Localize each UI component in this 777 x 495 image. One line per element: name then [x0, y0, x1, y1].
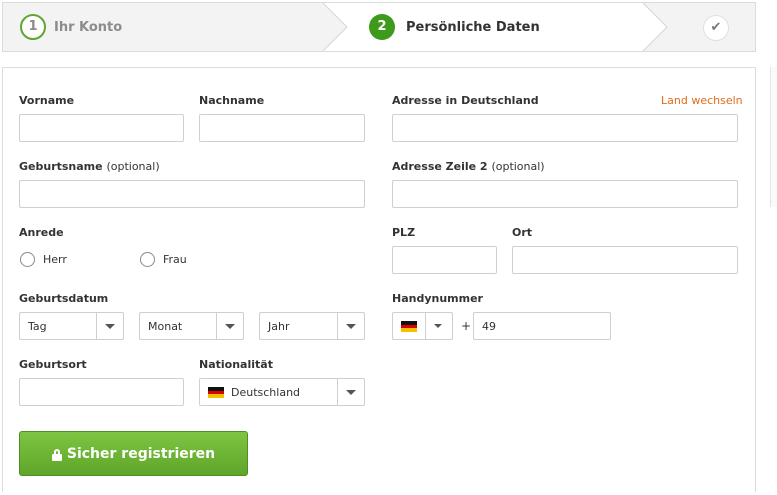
- nationalitaet-select-value: Deutschland: [231, 386, 301, 399]
- anrede-label: Anrede: [19, 226, 64, 239]
- jahr-select[interactable]: Jahr: [259, 312, 365, 340]
- plz-input[interactable]: [392, 246, 497, 274]
- submit-label: Sicher registrieren: [66, 445, 216, 462]
- scrollbar[interactable]: [770, 67, 777, 207]
- geburtsort-label: Geburtsort: [19, 358, 87, 371]
- vorname-label: Vorname: [19, 94, 75, 107]
- step1-label[interactable]: Ihr Konto: [54, 20, 122, 35]
- step2-number: 2: [369, 14, 395, 40]
- lock-icon: [51, 448, 62, 461]
- nationalitaet-select[interactable]: Deutschland: [199, 378, 365, 406]
- progress-stepper: 1 Ihr Konto 2 Persönliche Daten ✔: [2, 2, 756, 52]
- vorname-input[interactable]: [19, 114, 184, 142]
- country-code-dropdown[interactable]: [425, 313, 452, 339]
- chevron-down-icon: [225, 324, 235, 329]
- tag-dropdown[interactable]: [96, 313, 123, 339]
- checkmark-icon: ✔: [703, 15, 729, 41]
- geburtsdatum-label: Geburtsdatum: [19, 292, 109, 305]
- optional-hint: (optional): [106, 160, 160, 173]
- de-flag-icon: [208, 387, 224, 398]
- caret-down-icon: [434, 324, 442, 328]
- handynummer-label: Handynummer: [392, 292, 483, 305]
- tag-select[interactable]: Tag: [19, 312, 124, 340]
- radio-frau[interactable]: [140, 252, 155, 267]
- de-flag-icon: [401, 321, 417, 332]
- monat-select-value: Monat: [148, 320, 183, 333]
- ort-input[interactable]: [512, 246, 738, 274]
- adresse2-label-text: Adresse Zeile 2: [392, 160, 488, 173]
- radio-herr[interactable]: [20, 252, 35, 267]
- geburtsname-input[interactable]: [19, 180, 365, 208]
- monat-select[interactable]: Monat: [139, 312, 244, 340]
- chevron-down-icon: [105, 324, 115, 329]
- plz-label: PLZ: [392, 226, 416, 239]
- adresse-input[interactable]: [392, 114, 738, 142]
- handynummer-input[interactable]: 49: [473, 312, 611, 340]
- radio-herr-label[interactable]: Herr: [43, 253, 67, 266]
- geburtsort-input[interactable]: [19, 378, 184, 406]
- step2-label: Persönliche Daten: [406, 20, 540, 35]
- nachname-label: Nachname: [199, 94, 265, 107]
- optional-hint: (optional): [491, 160, 545, 173]
- plus-sign: +: [461, 319, 472, 333]
- geburtsname-label: Geburtsname (optional): [19, 160, 160, 173]
- chevron-down-icon: [346, 324, 356, 329]
- radio-frau-label[interactable]: Frau: [163, 253, 187, 266]
- adresse-label: Adresse in Deutschland: [392, 94, 539, 107]
- nachname-input[interactable]: [199, 114, 365, 142]
- sicher-registrieren-button[interactable]: Sicher registrieren: [19, 431, 248, 476]
- nationalitaet-label: Nationalität: [199, 358, 273, 371]
- chevron-down-icon: [346, 390, 356, 395]
- country-code-select[interactable]: [392, 312, 453, 340]
- phone-prefix-value: 49: [482, 320, 496, 333]
- adresse2-input[interactable]: [392, 180, 738, 208]
- monat-dropdown[interactable]: [216, 313, 243, 339]
- step1-number: 1: [20, 14, 46, 40]
- adresse2-label: Adresse Zeile 2 (optional): [392, 160, 545, 173]
- ort-label: Ort: [512, 226, 533, 239]
- tag-select-value: Tag: [28, 320, 47, 333]
- jahr-dropdown[interactable]: [337, 313, 364, 339]
- nationalitaet-dropdown[interactable]: [337, 379, 364, 405]
- geburtsname-label-text: Geburtsname: [19, 160, 103, 173]
- land-wechseln-link[interactable]: Land wechseln: [661, 94, 743, 107]
- jahr-select-value: Jahr: [268, 320, 290, 333]
